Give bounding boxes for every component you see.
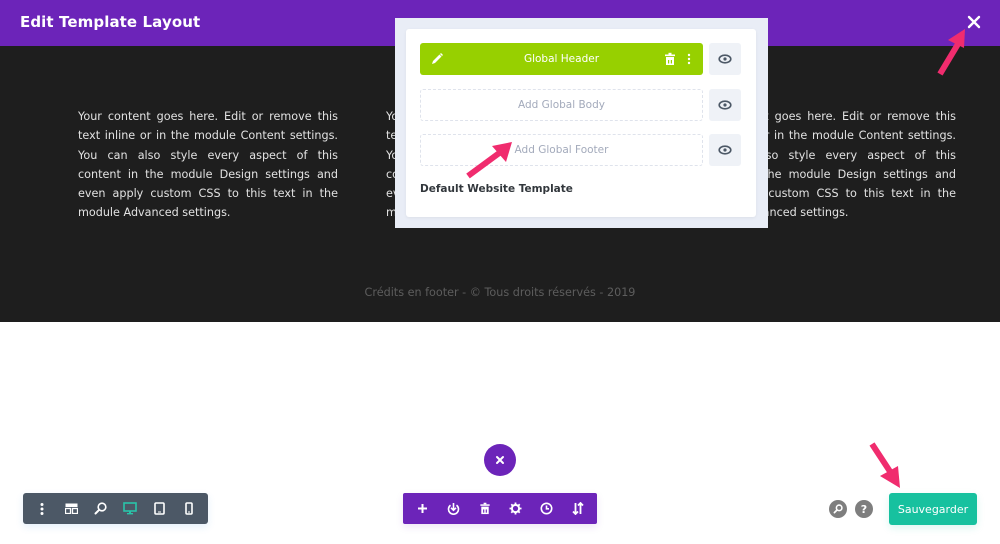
portability-button[interactable] bbox=[443, 498, 465, 520]
history-icon bbox=[540, 502, 553, 515]
add-global-body-area[interactable]: Add Global Body bbox=[420, 89, 703, 121]
eye-icon bbox=[718, 100, 732, 110]
eye-icon bbox=[718, 54, 732, 64]
desktop-view-button[interactable] bbox=[119, 498, 141, 520]
toggle-header-visibility[interactable] bbox=[709, 43, 741, 75]
quick-search-button[interactable] bbox=[829, 500, 847, 518]
add-from-library-button[interactable] bbox=[412, 498, 434, 520]
template-card: Global Header Add Global Body Add Global… bbox=[406, 29, 756, 217]
text-module-left[interactable]: Your content goes here. Edit or remove t… bbox=[78, 107, 338, 223]
page-settings-button[interactable] bbox=[505, 498, 527, 520]
toggle-footer-visibility[interactable] bbox=[709, 134, 741, 166]
help-button[interactable]: ? bbox=[855, 500, 873, 518]
wireframe-view-button[interactable] bbox=[60, 498, 82, 520]
history-button[interactable] bbox=[536, 498, 558, 520]
add-global-footer-label: Add Global Footer bbox=[514, 144, 609, 156]
more-options-icon[interactable] bbox=[686, 52, 692, 66]
close-page-settings-button[interactable] bbox=[484, 444, 516, 476]
trash-icon bbox=[479, 502, 490, 515]
global-header-label: Global Header bbox=[523, 53, 600, 65]
phone-view-button[interactable] bbox=[178, 498, 200, 520]
close-button[interactable] bbox=[964, 12, 984, 32]
portability-icon bbox=[447, 503, 460, 515]
settings-menu-button[interactable] bbox=[31, 498, 53, 520]
clear-layout-button[interactable] bbox=[474, 498, 496, 520]
zoom-view-button[interactable] bbox=[90, 498, 112, 520]
template-name: Default Website Template bbox=[420, 183, 573, 195]
save-button[interactable]: Sauvegarder bbox=[889, 493, 977, 525]
edit-icon[interactable] bbox=[430, 52, 444, 66]
menu-icon bbox=[40, 502, 44, 515]
settings-icon bbox=[509, 502, 522, 515]
desktop-icon bbox=[123, 502, 138, 515]
add-global-footer-area[interactable]: Add Global Footer bbox=[420, 134, 703, 166]
help-icon: ? bbox=[860, 502, 868, 516]
eye-icon bbox=[718, 145, 732, 155]
zoom-icon bbox=[833, 504, 843, 514]
tablet-icon bbox=[154, 502, 166, 515]
window-title: Edit Template Layout bbox=[20, 13, 201, 31]
tablet-view-button[interactable] bbox=[149, 498, 171, 520]
close-icon bbox=[496, 456, 504, 464]
phone-icon bbox=[185, 502, 194, 515]
annotation-arrow-save bbox=[869, 442, 900, 488]
builder-page: Edit Template Layout Your content goes h… bbox=[0, 0, 1000, 544]
close-icon bbox=[967, 15, 981, 29]
sort-icon bbox=[571, 502, 584, 515]
zoom-icon bbox=[94, 502, 107, 515]
sort-button[interactable] bbox=[567, 498, 589, 520]
trash-icon[interactable] bbox=[664, 52, 676, 66]
add-global-body-label: Add Global Body bbox=[517, 99, 605, 111]
view-mode-toolbar bbox=[23, 493, 208, 524]
add-icon bbox=[418, 504, 427, 513]
wireframe-icon bbox=[64, 503, 78, 514]
toggle-body-visibility[interactable] bbox=[709, 89, 741, 121]
page-settings-toolbar bbox=[403, 493, 597, 524]
template-modal: Global Header Add Global Body Add Global… bbox=[395, 18, 768, 228]
global-header-area[interactable]: Global Header bbox=[420, 43, 703, 75]
footer-credit: Crédits en footer - © Tous droits réserv… bbox=[364, 286, 636, 299]
